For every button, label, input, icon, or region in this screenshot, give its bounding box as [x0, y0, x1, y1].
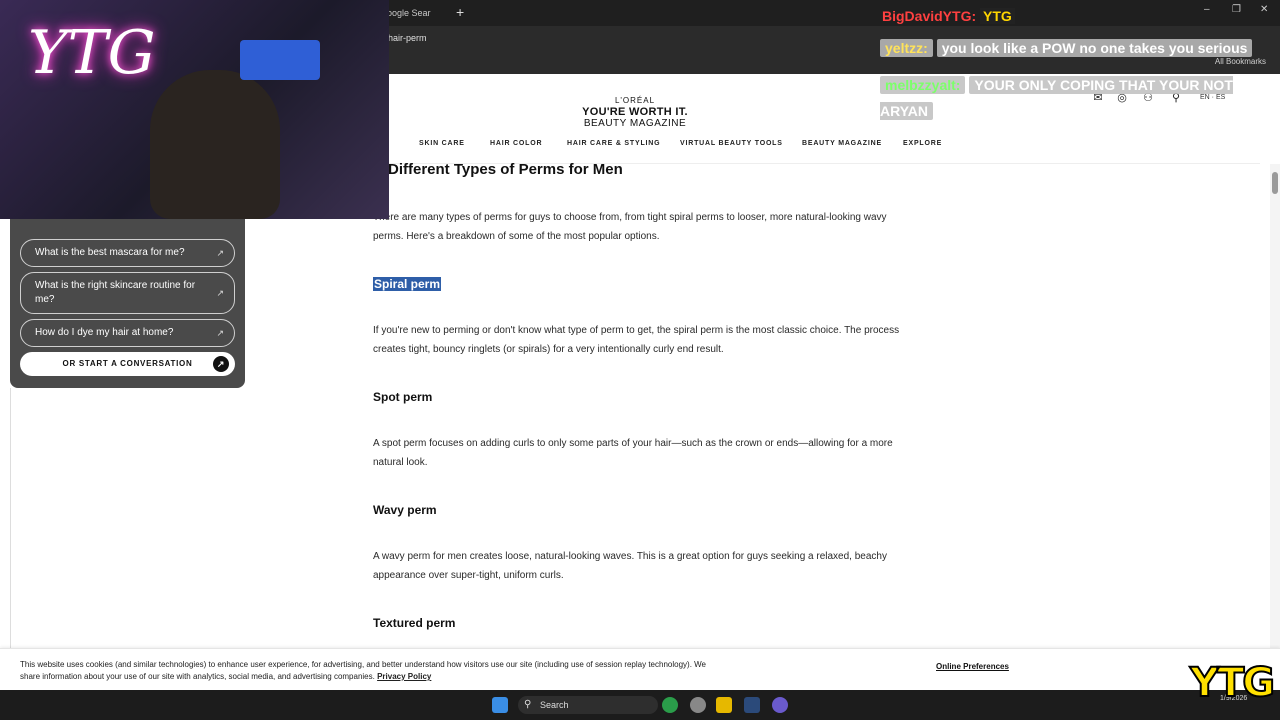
taskbar-search[interactable]: Search	[518, 696, 658, 714]
chat-message: melbzzyalt: YOUR ONLY COPING THAT YOUR N…	[880, 72, 1244, 124]
left-column-border	[10, 388, 11, 648]
chat-username: yeltzz:	[880, 39, 933, 57]
all-bookmarks-link[interactable]: All Bookmarks	[1215, 57, 1266, 66]
article-intro: There are many types of perms for guys t…	[373, 212, 887, 242]
nav-hair-care-styling[interactable]: HAIR CARE & STYLING	[567, 140, 660, 147]
nav-skin-care[interactable]: SKIN CARE	[419, 140, 465, 147]
question-dye-hair[interactable]: How do I dye my hair at home? ↗	[20, 319, 235, 347]
chat-message: yeltzz: you look like a POW no one takes…	[880, 39, 1253, 57]
neon-sign	[240, 40, 320, 80]
online-preferences-link[interactable]: Online Preferences	[936, 662, 1009, 671]
selected-text: Spiral perm	[373, 277, 442, 291]
file-explorer-icon[interactable]	[716, 697, 732, 713]
section-title-textured: Textured perm	[373, 616, 456, 630]
new-tab-button[interactable]: +	[456, 4, 464, 20]
nav-hair-color[interactable]: HAIR COLOR	[490, 140, 542, 147]
arrow-icon: ↗	[216, 288, 224, 298]
brand-logo[interactable]: YOU'RE WORTH IT.	[580, 106, 690, 118]
neon-ytg-text: YTG	[28, 18, 156, 88]
minimize-button[interactable]: –	[1204, 4, 1210, 15]
chat-text: you look like a POW no one takes you ser…	[936, 39, 1253, 57]
steam-icon[interactable]	[744, 697, 760, 713]
maximize-button[interactable]: ❐	[1232, 4, 1241, 15]
start-conversation-button[interactable]: OR START A CONVERSATION ↗	[20, 352, 235, 376]
url-text[interactable]: hair-perm	[388, 33, 427, 43]
chrome-icon[interactable]	[662, 697, 678, 713]
discord-icon[interactable]	[772, 697, 788, 713]
cookie-message: This website uses cookies (and similar t…	[20, 660, 706, 681]
arrow-icon: ↗	[216, 328, 224, 338]
privacy-policy-link[interactable]: Privacy Policy	[377, 672, 431, 681]
arrow-icon: ↗	[216, 248, 224, 258]
brand-subtitle: BEAUTY MAGAZINE	[583, 118, 687, 129]
arrow-circle-icon: ↗	[213, 356, 229, 372]
ytg-logo: YTG	[1189, 659, 1276, 707]
nav-beauty-magazine[interactable]: BEAUTY MAGAZINE	[802, 140, 882, 147]
question-label: What is the best mascara for me?	[35, 247, 185, 258]
section-title-spot: Spot perm	[373, 390, 433, 404]
question-label: What is the right skincare routine for m…	[35, 280, 196, 305]
question-mascara[interactable]: What is the best mascara for me? ↗	[20, 239, 235, 267]
section-title-spiral: Spiral perm	[373, 277, 442, 291]
chat-username: melbzzyalt:	[880, 76, 966, 94]
page-scrollbar[interactable]	[1270, 164, 1280, 648]
cookie-text: This website uses cookies (and similar t…	[20, 659, 720, 683]
section-body-spot: A spot perm focuses on adding curls to o…	[373, 438, 893, 468]
question-label: How do I dye my hair at home?	[35, 327, 174, 338]
chat-message: BigDavidYTG: YTG	[882, 8, 1015, 24]
chat-username: BigDavidYTG:	[882, 8, 977, 24]
start-conversation-label: OR START A CONVERSATION	[62, 359, 193, 368]
windows-start-icon[interactable]	[492, 697, 508, 713]
search-label: Search	[540, 700, 569, 710]
chat-text: YTG	[980, 8, 1015, 24]
section-body-spiral: If you're new to perming or don't know w…	[373, 325, 900, 355]
close-window-button[interactable]: ✕	[1260, 4, 1268, 15]
section-body-wavy: A wavy perm for men creates loose, natur…	[373, 551, 887, 581]
article-heading: Different Types of Perms for Men	[388, 161, 623, 178]
search-icon: ⚲	[524, 699, 532, 710]
streamer-silhouette	[150, 70, 280, 219]
question-skincare[interactable]: What is the right skincare routine for m…	[20, 272, 235, 314]
section-title-wavy: Wavy perm	[373, 503, 437, 517]
scrollbar-thumb[interactable]	[1272, 172, 1278, 194]
brand-small-logo[interactable]: L'ORÉAL	[610, 96, 660, 105]
nav-explore[interactable]: EXPLORE	[903, 140, 942, 147]
app-icon[interactable]	[690, 697, 706, 713]
nav-virtual-beauty-tools[interactable]: VIRTUAL BEAUTY TOOLS	[680, 140, 783, 147]
